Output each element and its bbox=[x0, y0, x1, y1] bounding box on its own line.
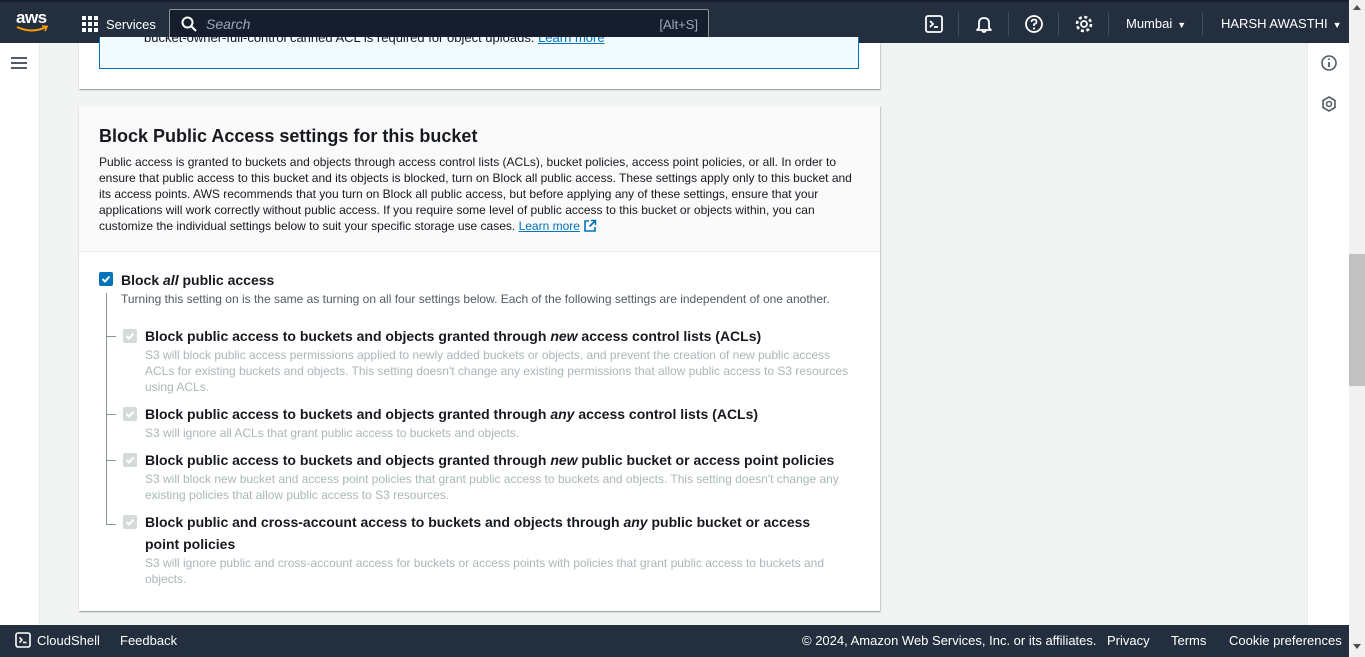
block-new-policies-label[interactable]: Block public access to buckets and objec… bbox=[145, 449, 845, 471]
cloudshell-icon bbox=[15, 632, 31, 648]
learn-more-link[interactable]: Learn more bbox=[538, 37, 604, 45]
block-new-acls-checkbox[interactable] bbox=[123, 329, 137, 343]
grid-icon bbox=[82, 16, 98, 32]
scroll-down-arrow-icon[interactable] bbox=[1353, 644, 1361, 649]
nav-divider bbox=[958, 12, 959, 36]
block-new-acls-description: S3 will block public access permissions … bbox=[145, 348, 849, 394]
services-label: Services bbox=[106, 16, 156, 32]
block-all-description: Turning this setting on is the same as t… bbox=[121, 292, 830, 306]
checkmark-icon bbox=[125, 410, 135, 418]
info-alert-text: bucket-owner-full-control canned ACL is … bbox=[144, 37, 605, 45]
services-button[interactable]: Services bbox=[82, 14, 156, 34]
hexagon-icon[interactable] bbox=[1320, 95, 1338, 113]
feedback-link[interactable]: Feedback bbox=[120, 633, 177, 648]
footer: CloudShell Feedback © 2024, Amazon Web S… bbox=[0, 625, 1349, 657]
region-label: Mumbai bbox=[1126, 16, 1173, 31]
block-new-policies-checkbox[interactable] bbox=[123, 453, 137, 467]
account-menu[interactable]: HARSH AWASTHI ▼ bbox=[1221, 16, 1342, 31]
bell-icon[interactable] bbox=[974, 14, 994, 34]
nav-divider bbox=[1008, 12, 1009, 36]
cloudshell-button[interactable]: CloudShell bbox=[15, 632, 100, 648]
panel-header: Block Public Access settings for this bu… bbox=[79, 106, 880, 252]
copyright-text: © 2024, Amazon Web Services, Inc. or its… bbox=[802, 633, 1097, 648]
object-ownership-panel: bucket-owner-full-control canned ACL is … bbox=[79, 37, 880, 89]
nav-divider bbox=[1108, 12, 1109, 36]
block-public-access-panel: Block Public Access settings for this bu… bbox=[79, 106, 880, 611]
gear-icon[interactable] bbox=[1074, 14, 1094, 34]
nav-divider bbox=[1058, 12, 1059, 36]
help-icon[interactable] bbox=[1024, 14, 1044, 34]
cloudshell-icon[interactable] bbox=[924, 14, 944, 34]
smile-icon bbox=[16, 25, 48, 32]
scroll-thumb[interactable] bbox=[1349, 254, 1365, 386]
privacy-link[interactable]: Privacy bbox=[1107, 633, 1150, 648]
tree-branch bbox=[106, 524, 116, 525]
learn-more-link[interactable]: Learn more bbox=[519, 219, 580, 233]
panel-title: Block Public Access settings for this bu… bbox=[99, 126, 478, 146]
right-rail bbox=[1307, 43, 1349, 625]
block-cross-account-description: S3 will ignore public and cross-account … bbox=[145, 556, 825, 586]
terms-link[interactable]: Terms bbox=[1171, 633, 1206, 648]
tree-branch bbox=[106, 460, 116, 461]
panel-description: Public access is granted to buckets and … bbox=[99, 155, 852, 233]
scroll-up-arrow-icon[interactable] bbox=[1353, 5, 1361, 10]
aws-logo-text: aws bbox=[16, 8, 47, 27]
search-input[interactable] bbox=[206, 16, 660, 32]
external-link-icon bbox=[584, 219, 597, 232]
block-all-label[interactable]: Block all public access bbox=[121, 272, 274, 288]
page-scrollbar[interactable] bbox=[1349, 0, 1365, 657]
search-shortcut: [Alt+S] bbox=[659, 16, 698, 32]
checkmark-icon bbox=[101, 275, 111, 283]
region-selector[interactable]: Mumbai ▼ bbox=[1126, 16, 1186, 31]
nav-divider bbox=[1202, 12, 1203, 36]
caret-down-icon: ▼ bbox=[1332, 20, 1342, 30]
tree-branch bbox=[106, 414, 116, 415]
block-any-acls-label[interactable]: Block public access to buckets and objec… bbox=[145, 403, 845, 425]
menu-icon[interactable] bbox=[11, 57, 27, 69]
checkmark-icon bbox=[125, 456, 135, 464]
cookie-preferences-link[interactable]: Cookie preferences bbox=[1229, 633, 1342, 648]
block-new-policies-description: S3 will block new bucket and access poin… bbox=[145, 472, 839, 502]
block-cross-account-checkbox[interactable] bbox=[123, 515, 137, 529]
block-all-checkbox[interactable] bbox=[99, 272, 113, 286]
block-any-acls-description: S3 will ignore all ACLs that grant publi… bbox=[145, 426, 520, 440]
tree-branch bbox=[106, 336, 116, 337]
tree-line bbox=[106, 293, 107, 525]
block-any-acls-checkbox[interactable] bbox=[123, 407, 137, 421]
caret-down-icon: ▼ bbox=[1177, 20, 1187, 30]
checkmark-icon bbox=[125, 518, 135, 526]
block-cross-account-label[interactable]: Block public and cross-account access to… bbox=[145, 511, 845, 555]
info-icon[interactable] bbox=[1320, 54, 1338, 72]
search-icon bbox=[181, 16, 197, 32]
account-name: HARSH AWASTHI bbox=[1221, 16, 1328, 31]
block-new-acls-label[interactable]: Block public access to buckets and objec… bbox=[145, 325, 845, 347]
left-rail bbox=[0, 43, 40, 625]
cloudshell-label: CloudShell bbox=[37, 632, 100, 648]
info-alert: bucket-owner-full-control canned ACL is … bbox=[99, 37, 859, 69]
search-bar[interactable]: [Alt+S] bbox=[169, 9, 709, 39]
checkmark-icon bbox=[125, 332, 135, 340]
aws-logo[interactable]: aws bbox=[16, 8, 50, 36]
